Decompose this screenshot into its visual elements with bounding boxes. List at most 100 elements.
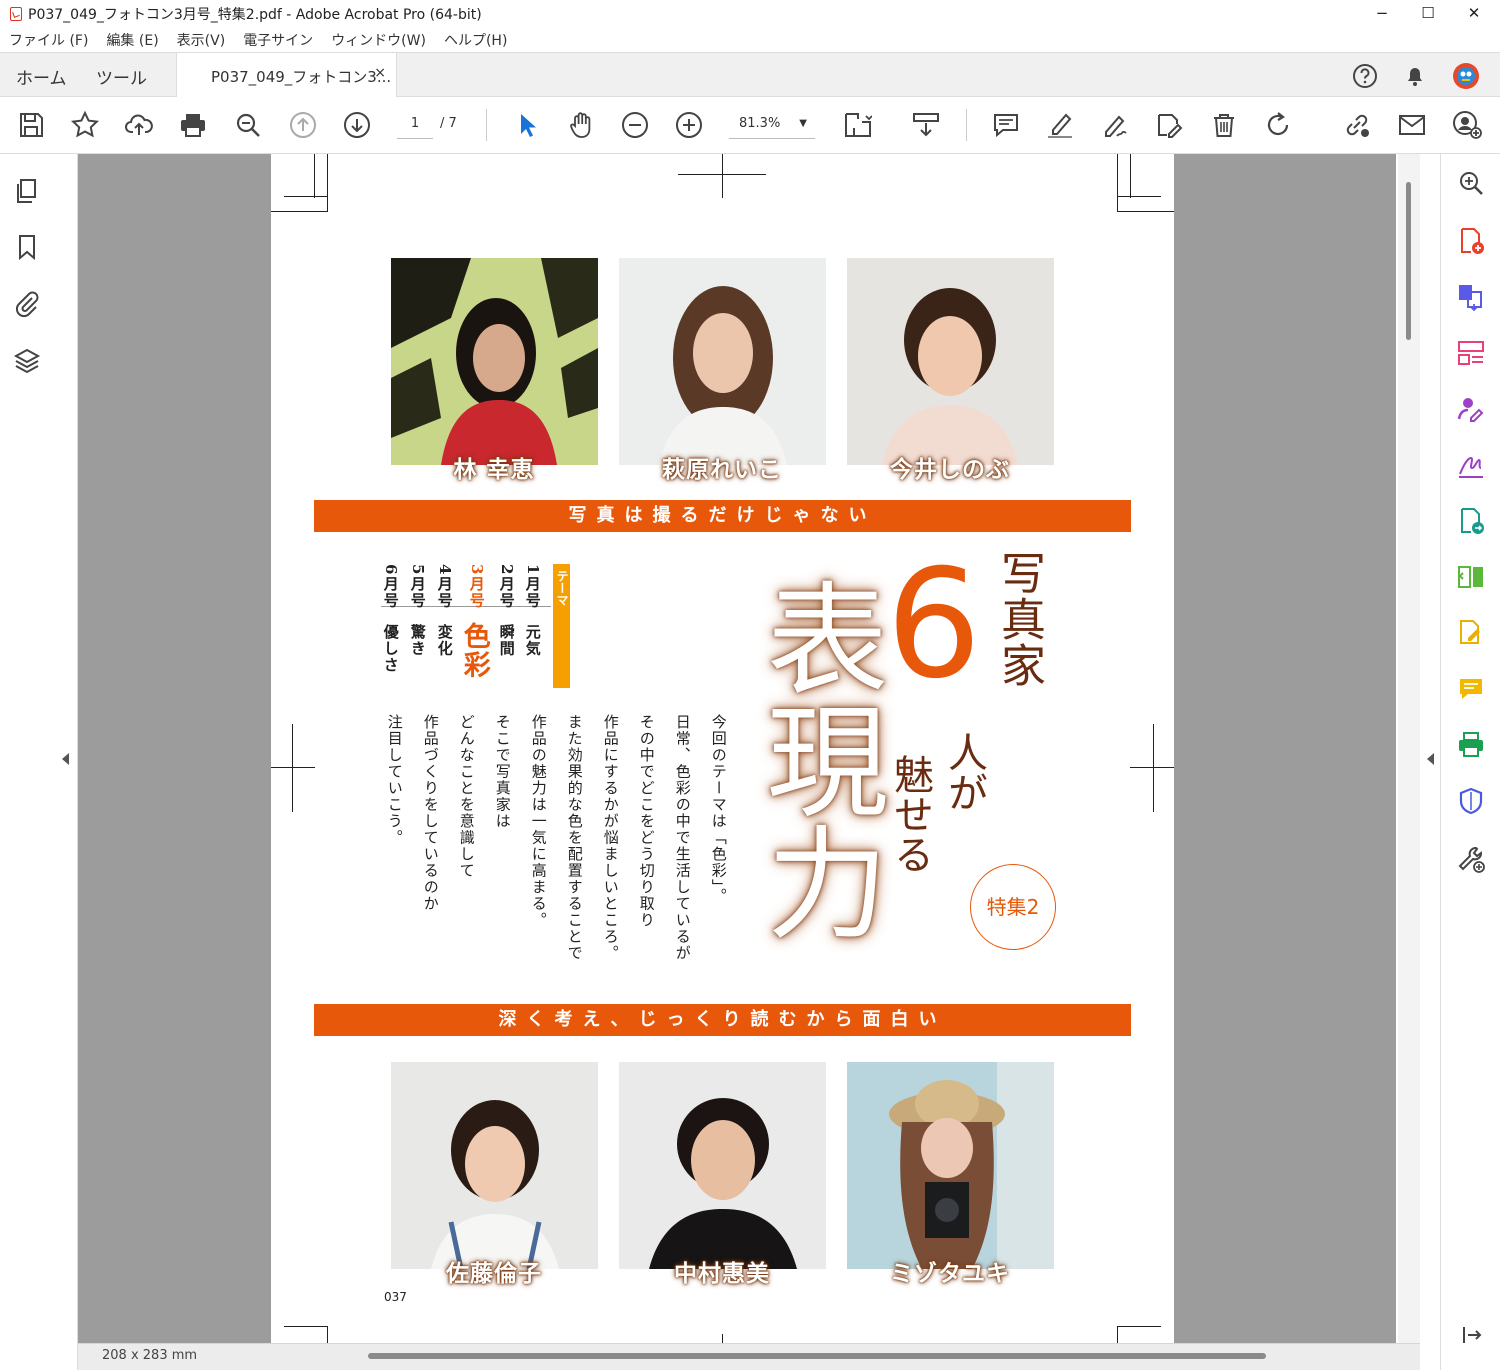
intro-text-line: どんなことを意識して bbox=[457, 714, 476, 879]
request-signature-icon[interactable] bbox=[1456, 394, 1486, 424]
menu-help[interactable]: ヘルプ(H) bbox=[444, 30, 507, 50]
title-sub-1: 人が bbox=[941, 732, 987, 812]
photographer-photo bbox=[391, 1062, 598, 1269]
collapse-tools-icon[interactable] bbox=[1456, 1320, 1486, 1350]
previous-page-icon[interactable] bbox=[288, 110, 318, 140]
theme-month: 1月号 bbox=[523, 564, 542, 609]
crop-mark bbox=[271, 211, 328, 212]
organize-pages-icon[interactable] bbox=[1456, 338, 1486, 368]
crop-mark bbox=[1117, 154, 1118, 212]
crop-mark bbox=[314, 154, 315, 198]
tab-tools[interactable]: ツール bbox=[96, 64, 147, 89]
comment-tool-icon[interactable] bbox=[1456, 674, 1486, 704]
photographer-name: 中村惠美 bbox=[674, 1261, 770, 1287]
edit-pdf-icon[interactable] bbox=[1154, 110, 1184, 140]
tab-document[interactable]: P037_049_フォトコン3... × bbox=[176, 53, 397, 98]
page-number-input[interactable]: 1 bbox=[397, 113, 433, 139]
title-number: 6 bbox=[886, 538, 982, 712]
intro-text-line: 作品づくりをしているのか bbox=[421, 714, 440, 912]
compare-files-icon[interactable] bbox=[1456, 562, 1486, 592]
next-page-icon[interactable] bbox=[342, 110, 372, 140]
attachments-paperclip-icon[interactable] bbox=[12, 288, 42, 318]
photographer-photo bbox=[847, 258, 1054, 465]
crop-mark bbox=[284, 196, 328, 197]
export-pdf-icon[interactable] bbox=[1456, 506, 1486, 536]
menu-bar: ファイル (F) 編集 (E) 表示(V) 電子サイン ウィンドウ(W) ヘルプ… bbox=[0, 28, 1500, 52]
menu-edit[interactable]: 編集 (E) bbox=[106, 30, 158, 50]
create-pdf-icon[interactable] bbox=[1456, 226, 1486, 256]
intro-text-line: その中でどこをどう切り取り bbox=[637, 714, 656, 929]
horizontal-scrollbar-thumb[interactable] bbox=[368, 1353, 1266, 1359]
theme-label: テーマ bbox=[555, 570, 569, 606]
zoom-out-icon[interactable] bbox=[620, 110, 650, 140]
theme-label-bar: テーマ bbox=[553, 564, 570, 688]
window-title: P037_049_フォトコン3月号_特集2.pdf - Adobe Acroba… bbox=[28, 7, 482, 23]
edit-document-icon[interactable] bbox=[1456, 618, 1486, 648]
hand-tool-icon[interactable] bbox=[566, 110, 596, 140]
search-zoom-icon[interactable] bbox=[1456, 168, 1486, 198]
page-thumbnails-icon[interactable] bbox=[12, 176, 42, 206]
email-icon[interactable] bbox=[1397, 110, 1427, 140]
fit-page-icon[interactable] bbox=[842, 110, 873, 140]
layers-icon[interactable] bbox=[12, 346, 42, 376]
document-viewport[interactable]: 林 幸恵 萩原れいこ 今井しのぶ 写真は撮るだけじゃない テーマ 1月号 元気 … bbox=[78, 154, 1396, 1343]
theme-month: 5月号 bbox=[408, 564, 427, 609]
collapse-left-panel-icon[interactable] bbox=[62, 753, 69, 765]
crop-mark bbox=[271, 767, 315, 768]
photographer-photo bbox=[391, 258, 598, 465]
print-production-icon[interactable] bbox=[1456, 730, 1486, 760]
theme-month: 4月号 bbox=[435, 564, 454, 609]
share-link-icon[interactable] bbox=[1342, 110, 1372, 140]
title-photographers: 写真家 bbox=[993, 550, 1046, 688]
maximize-button[interactable]: ☐ bbox=[1405, 0, 1451, 28]
print-icon[interactable] bbox=[178, 110, 208, 140]
menu-file[interactable]: ファイル (F) bbox=[9, 30, 88, 50]
close-window-button[interactable]: ✕ bbox=[1451, 0, 1497, 28]
fill-sign-icon[interactable] bbox=[1456, 450, 1486, 480]
theme-name-current: 色彩 bbox=[458, 622, 490, 679]
scroll-mode-icon[interactable] bbox=[911, 110, 941, 140]
bookmark-star-icon[interactable] bbox=[70, 110, 100, 140]
comment-icon[interactable] bbox=[991, 110, 1021, 140]
vertical-scrollbar[interactable] bbox=[1398, 154, 1420, 1343]
toolbar-divider bbox=[966, 109, 967, 141]
user-avatar[interactable] bbox=[1452, 62, 1480, 90]
add-user-icon[interactable] bbox=[1452, 110, 1482, 140]
tab-home[interactable]: ホーム bbox=[16, 64, 67, 89]
close-tab-icon[interactable]: × bbox=[374, 65, 386, 81]
intro-text-line: 日常、色彩の中で生活しているが bbox=[673, 714, 692, 962]
rotate-icon[interactable] bbox=[1263, 110, 1293, 140]
upload-cloud-icon[interactable] bbox=[124, 110, 154, 140]
theme-name: 瞬間 bbox=[497, 624, 516, 657]
crop-mark bbox=[1130, 154, 1131, 198]
theme-name: 優しさ bbox=[381, 624, 400, 674]
minimize-button[interactable]: − bbox=[1359, 0, 1405, 28]
photographer-name: 萩原れいこ bbox=[662, 457, 782, 483]
page-dimensions: 208 x 283 mm bbox=[102, 1348, 198, 1363]
help-icon[interactable] bbox=[1351, 62, 1379, 90]
tab-document-label: P037_049_フォトコン3... bbox=[211, 68, 392, 86]
menu-esign[interactable]: 電子サイン bbox=[243, 30, 313, 50]
bookmarks-icon[interactable] bbox=[12, 232, 42, 262]
intro-text-line: 注目していこう。 bbox=[385, 714, 404, 846]
zoom-in-icon[interactable] bbox=[674, 110, 704, 140]
zoom-search-icon[interactable] bbox=[233, 110, 263, 140]
save-icon[interactable] bbox=[16, 110, 46, 140]
crop-mark bbox=[1117, 1326, 1161, 1327]
highlight-pen-icon[interactable] bbox=[1045, 110, 1075, 140]
menu-window[interactable]: ウィンドウ(W) bbox=[331, 30, 426, 50]
zoom-level-select[interactable]: 81.3% ▼ bbox=[729, 113, 815, 139]
menu-view[interactable]: 表示(V) bbox=[177, 30, 226, 50]
combine-files-icon[interactable] bbox=[1456, 282, 1486, 312]
select-cursor-icon[interactable] bbox=[512, 110, 542, 140]
toolbar-divider bbox=[486, 109, 487, 141]
protect-shield-icon[interactable] bbox=[1456, 786, 1486, 816]
theme-name: 変化 bbox=[435, 624, 454, 657]
scrollbar-thumb[interactable] bbox=[1406, 182, 1411, 340]
collapse-right-panel-icon[interactable] bbox=[1427, 753, 1434, 765]
delete-trash-icon[interactable] bbox=[1209, 110, 1239, 140]
notification-bell-icon[interactable] bbox=[1401, 62, 1429, 90]
theme-month: 6月号 bbox=[381, 564, 400, 609]
more-tools-icon[interactable] bbox=[1456, 844, 1486, 874]
draw-sign-icon[interactable] bbox=[1100, 110, 1130, 140]
